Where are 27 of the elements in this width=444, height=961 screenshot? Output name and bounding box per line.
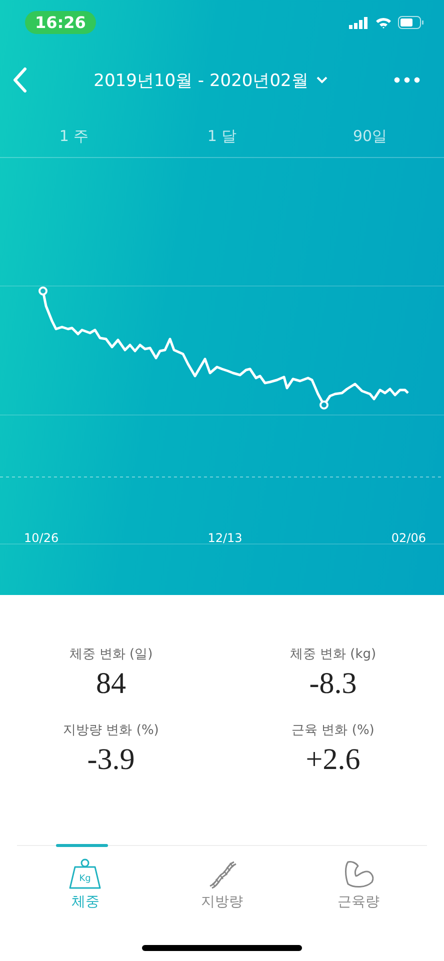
stat-value: +2.6 — [306, 743, 360, 777]
date-range-dropdown[interactable]: 2019년10월 - 2020년02월 — [94, 68, 328, 92]
stat-label: 체중 변화 (일) — [69, 646, 153, 663]
period-tab[interactable]: 1 주 — [0, 115, 148, 157]
wifi-icon — [375, 16, 392, 28]
nav-tab[interactable]: Kg 체중 — [17, 846, 154, 911]
back-icon[interactable] — [12, 67, 28, 93]
period-tab[interactable]: 90일 — [296, 115, 444, 157]
chevron-down-icon — [316, 76, 328, 84]
signal-icon — [349, 16, 369, 28]
x-axis-label: 12/13 — [208, 531, 242, 545]
x-axis-label: 10/26 — [24, 531, 59, 545]
nav-tab[interactable]: 지방량 — [154, 846, 290, 911]
stat-label: 체중 변화 (kg) — [290, 646, 376, 663]
start-point-marker — [38, 286, 48, 296]
period-tab[interactable]: 1 달 — [148, 115, 296, 157]
x-axis-label: 02/06 — [391, 531, 426, 545]
stat-value: 84 — [96, 667, 126, 701]
stat-label: 지방량 변화 (%) — [63, 722, 159, 739]
low-point-marker — [320, 400, 328, 410]
stat-value: -3.9 — [87, 743, 135, 777]
stat-label: 근육 변화 (%) — [292, 722, 374, 739]
status-time: 16:26 — [25, 11, 96, 34]
nav-tab[interactable]: 근육량 — [290, 846, 428, 911]
battery-icon — [398, 16, 424, 29]
more-icon[interactable] — [394, 77, 420, 83]
stat-value: -8.3 — [309, 667, 357, 701]
